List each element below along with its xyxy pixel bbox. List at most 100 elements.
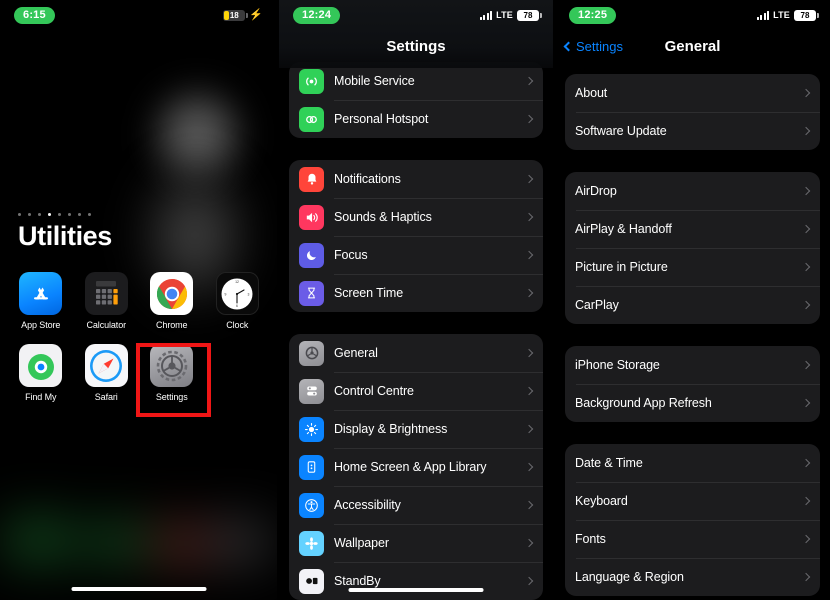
settings-scroll[interactable]: Mobile Service Personal Hotspot Notifica…	[279, 62, 553, 600]
page-dot	[88, 213, 91, 216]
svg-text:12: 12	[235, 280, 239, 284]
general-group-sharing: AirDrop AirPlay & Handoff Picture in Pic…	[565, 172, 820, 324]
settings-row-standby[interactable]: StandBy	[289, 562, 543, 600]
clock-icon: 12 3 6 9	[215, 272, 259, 315]
settings-row-focus[interactable]: Focus	[289, 236, 543, 274]
app-icon-app-store[interactable]: App Store	[8, 272, 74, 330]
page-dot	[38, 213, 41, 216]
settings-row-personal-hotspot[interactable]: Personal Hotspot	[289, 100, 543, 138]
status-bar-settings: 12:24 LTE 78	[279, 0, 553, 30]
chevron-right-icon	[524, 250, 534, 260]
general-row-carplay[interactable]: CarPlay	[565, 286, 820, 324]
settings-row-control-centre[interactable]: Control Centre	[289, 372, 543, 410]
folder-title: Utilities	[18, 221, 112, 251]
settings-row-sounds-haptics[interactable]: Sounds & Haptics	[289, 198, 543, 236]
svg-text:6: 6	[236, 304, 238, 308]
chevron-right-icon	[801, 224, 811, 234]
svg-text:9: 9	[225, 292, 227, 296]
chevron-right-icon	[801, 496, 811, 506]
chevron-right-icon	[524, 76, 534, 86]
settings-row-screen-time[interactable]: Screen Time	[289, 274, 543, 312]
screen-time-icon	[299, 280, 324, 306]
page-dot	[78, 213, 81, 216]
battery-percent: 18	[229, 10, 239, 20]
general-row-language-region[interactable]: Language & Region	[565, 558, 820, 596]
page-title: Settings	[386, 38, 446, 55]
general-row-keyboard[interactable]: Keyboard	[565, 482, 820, 520]
general-row-airplay-handoff[interactable]: AirPlay & Handoff	[565, 210, 820, 248]
general-gear-icon	[299, 340, 324, 366]
general-row-label: Software Update	[575, 124, 667, 138]
standby-icon	[299, 568, 324, 594]
page-dot-active	[48, 213, 51, 216]
general-row-label: AirPlay & Handoff	[575, 222, 672, 236]
app-icon-chrome[interactable]: Chrome	[139, 272, 205, 330]
general-row-airdrop[interactable]: AirDrop	[565, 172, 820, 210]
settings-row-general[interactable]: General	[289, 334, 543, 372]
app-icon-clock[interactable]: 12 3 6 9 Clock	[205, 272, 271, 330]
settings-row-label: Accessibility	[334, 498, 401, 512]
general-row-label: About	[575, 86, 608, 100]
app-icon-settings[interactable]: Settings	[139, 344, 205, 402]
status-right-home: 18 ⚡	[223, 9, 263, 21]
settings-row-accessibility[interactable]: Accessibility	[289, 486, 543, 524]
chevron-right-icon	[801, 262, 811, 272]
chevron-right-icon	[524, 538, 534, 548]
control-centre-icon	[299, 378, 324, 404]
home-screen-icon	[299, 454, 324, 480]
settings-group-system: General Control Centre Display & Brightn…	[289, 334, 543, 600]
status-right-settings: LTE 78	[479, 9, 542, 21]
page-dot	[28, 213, 31, 216]
chevron-right-icon	[801, 534, 811, 544]
display-brightness-icon	[299, 416, 324, 442]
status-bar-home: 6:15 18 ⚡	[0, 0, 277, 30]
chevron-right-icon	[524, 348, 534, 358]
settings-panel: Mobile Service Personal Hotspot Notifica…	[277, 0, 553, 600]
status-right-general: LTE 78	[756, 9, 819, 21]
general-row-label: Keyboard	[575, 494, 628, 508]
settings-row-home-screen[interactable]: Home Screen & App Library	[289, 448, 543, 486]
settings-row-display-brightness[interactable]: Display & Brightness	[289, 410, 543, 448]
settings-row-notifications[interactable]: Notifications	[289, 160, 543, 198]
network-type-label: LTE	[496, 10, 513, 20]
general-row-fonts[interactable]: Fonts	[565, 520, 820, 558]
settings-row-label: Screen Time	[334, 286, 404, 300]
general-row-label: iPhone Storage	[575, 358, 660, 372]
general-row-software-update[interactable]: Software Update	[565, 112, 820, 150]
app-label: Calculator	[86, 320, 127, 330]
accessibility-icon	[299, 492, 324, 518]
general-row-background-app-refresh[interactable]: Background App Refresh	[565, 384, 820, 422]
settings-row-label: Control Centre	[334, 384, 414, 398]
settings-row-label: StandBy	[334, 574, 381, 588]
find-my-icon	[19, 344, 63, 387]
chevron-right-icon	[801, 458, 811, 468]
wallpaper-icon	[299, 530, 324, 556]
general-row-label: Picture in Picture	[575, 260, 668, 274]
chevron-right-icon	[524, 500, 534, 510]
general-row-picture-in-picture[interactable]: Picture in Picture	[565, 248, 820, 286]
battery-indicator: 18	[223, 9, 249, 21]
settings-group-connectivity: Mobile Service Personal Hotspot	[289, 62, 543, 138]
app-icon-find-my[interactable]: Find My	[8, 344, 74, 402]
general-scroll[interactable]: About Software Update AirDrop AirPlay & …	[555, 74, 830, 600]
general-row-date-time[interactable]: Date & Time	[565, 444, 820, 482]
app-icon-calculator[interactable]: Calculator	[74, 272, 140, 330]
general-group-localisation: Date & Time Keyboard Fonts Language & Re…	[565, 444, 820, 596]
chevron-right-icon	[524, 114, 534, 124]
settings-row-wallpaper[interactable]: Wallpaper	[289, 524, 543, 562]
page-dots[interactable]	[18, 213, 91, 216]
general-row-label: AirDrop	[575, 184, 617, 198]
status-time: 6:15	[14, 6, 55, 24]
chevron-right-icon	[524, 174, 534, 184]
status-time: 12:25	[569, 6, 617, 24]
general-row-iphone-storage[interactable]: iPhone Storage	[565, 346, 820, 384]
page-dot	[18, 213, 21, 216]
sounds-haptics-icon	[299, 204, 324, 230]
home-indicator	[71, 587, 206, 591]
app-icon-safari[interactable]: Safari	[74, 344, 140, 402]
app-grid: App Store Calculator Chrome 12 3 6 9 Clo…	[8, 272, 270, 402]
settings-row-label: Display & Brightness	[334, 422, 448, 436]
chevron-right-icon	[524, 462, 534, 472]
general-row-about[interactable]: About	[565, 74, 820, 112]
personal-hotspot-icon	[299, 106, 324, 132]
